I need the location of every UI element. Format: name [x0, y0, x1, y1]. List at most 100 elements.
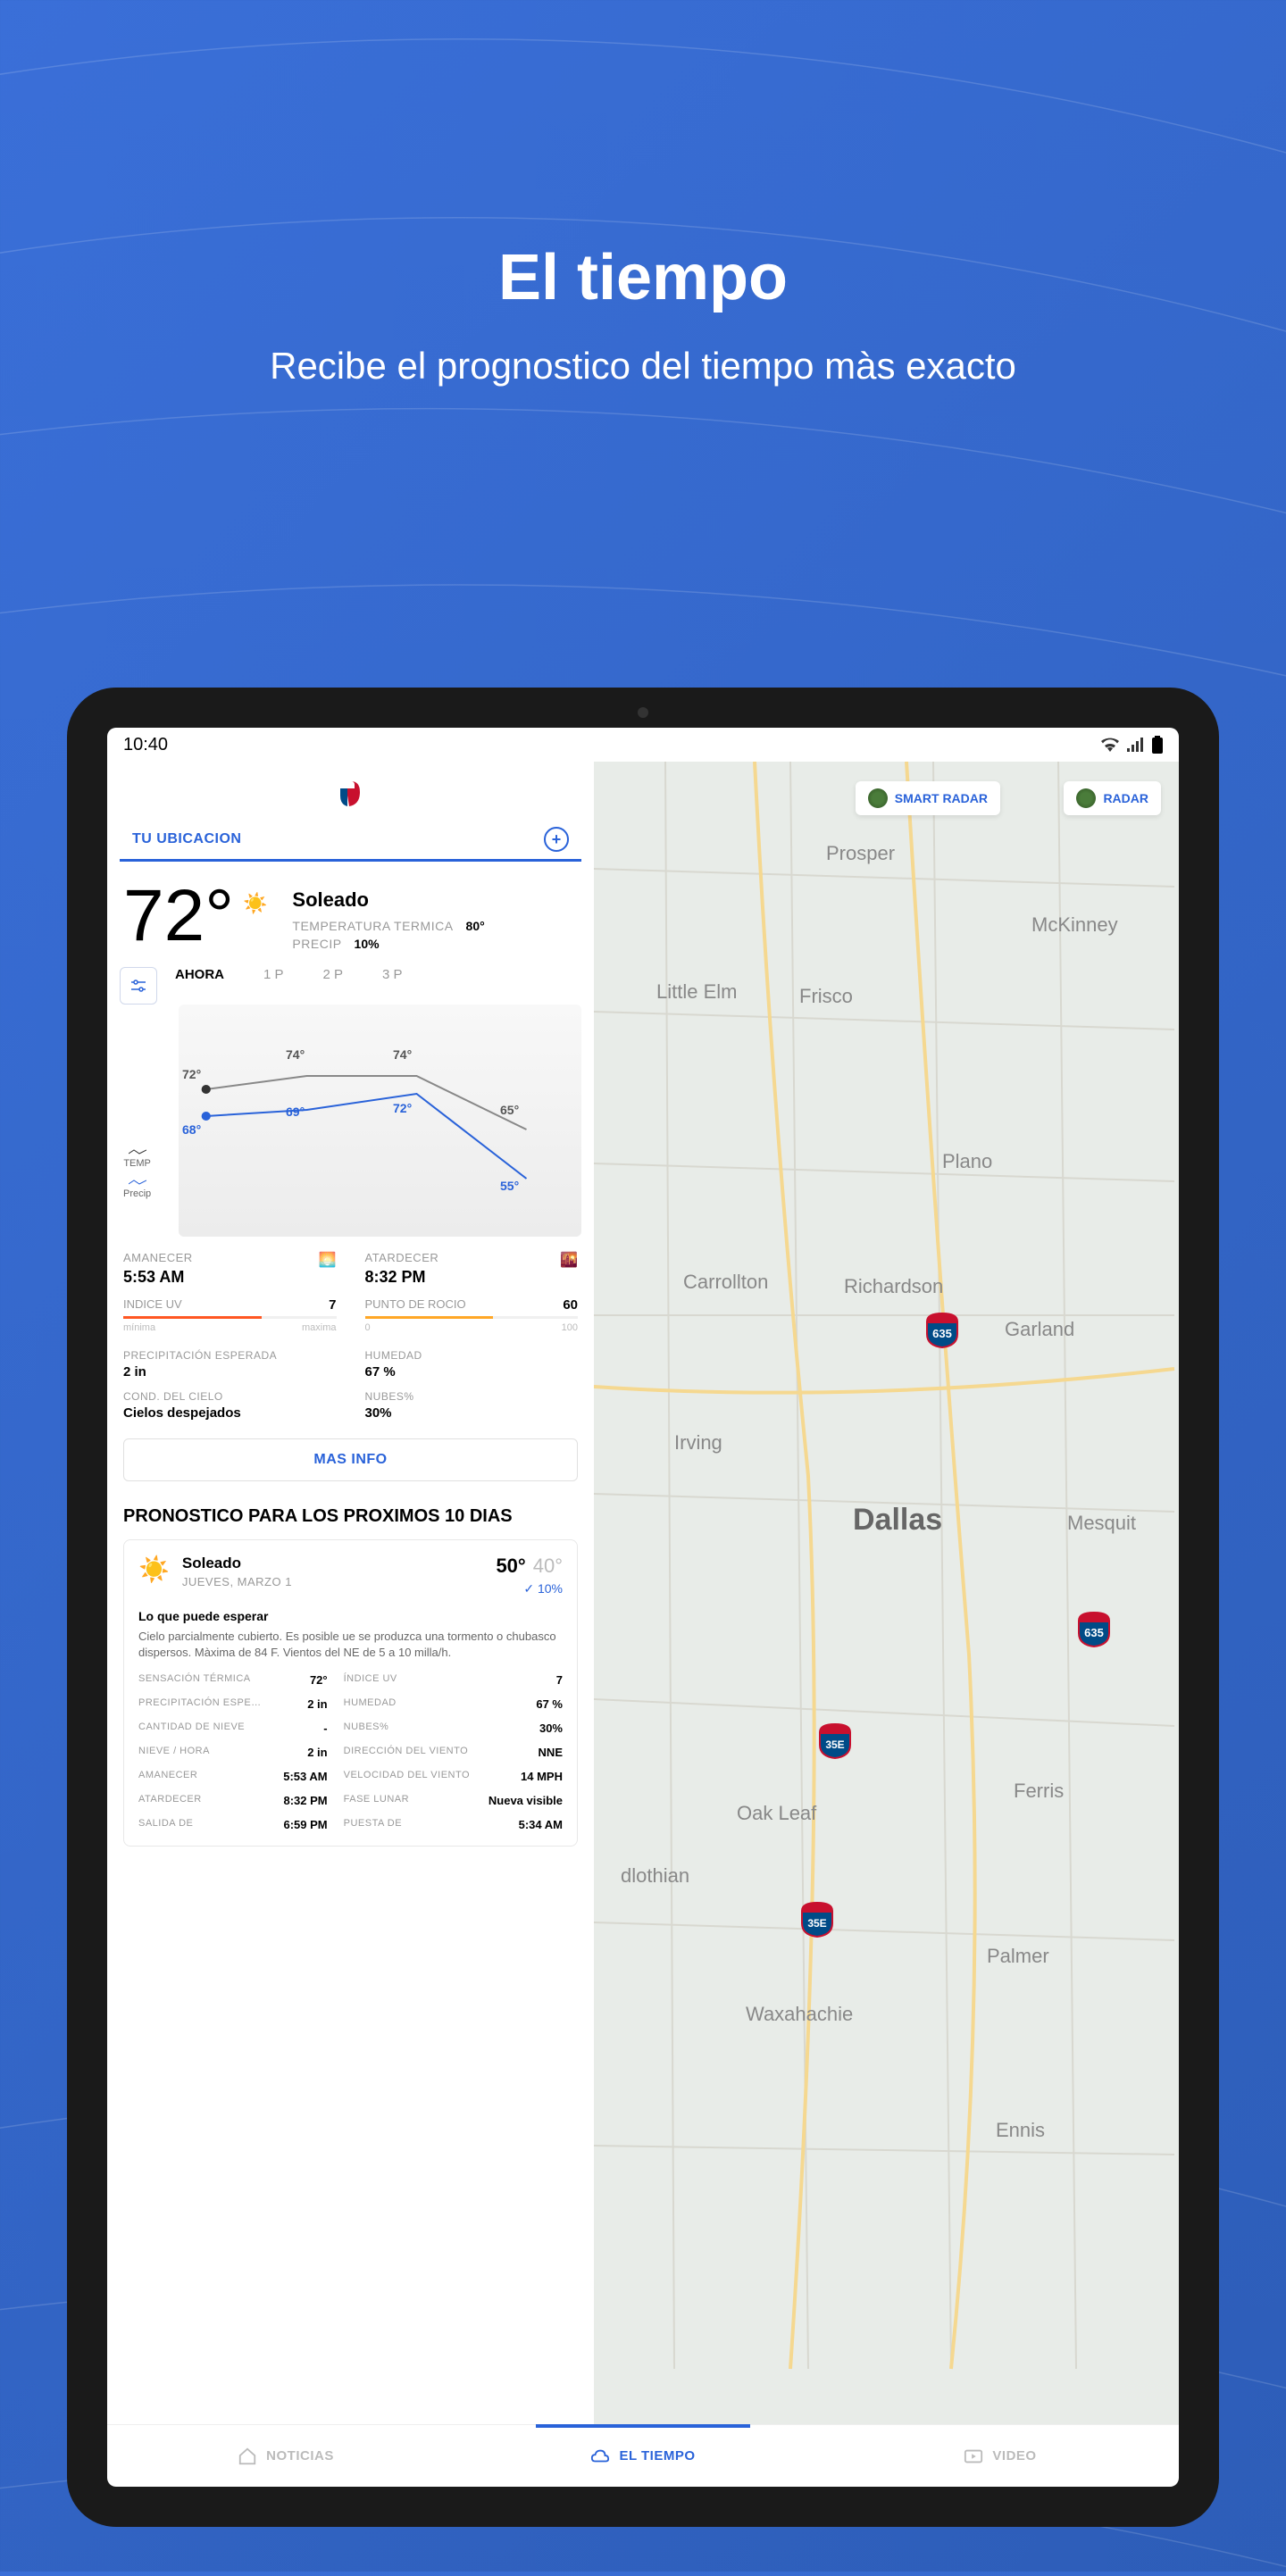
- city-label: Carrollton: [683, 1271, 768, 1294]
- city-label: Dallas: [853, 1503, 942, 1538]
- day-low: 40°: [533, 1555, 563, 1578]
- svg-text:635: 635: [932, 1327, 952, 1340]
- uv-value: 7: [329, 1297, 336, 1313]
- location-tab[interactable]: TU UBICACION: [132, 831, 241, 847]
- temp-0: 72°: [182, 1067, 201, 1081]
- day-sun-icon: ☀️: [138, 1555, 170, 1584]
- sunset-icon: 🌇: [560, 1251, 578, 1287]
- highway-shield-icon: 635: [1076, 1610, 1112, 1649]
- telemundo-logo-icon: [335, 778, 367, 810]
- highway-shield-icon: 35E: [799, 1900, 835, 1939]
- hourly-header: AHORA 1 P 2 P 3 P: [107, 967, 594, 1005]
- feels-label: TEMPERATURA TERMICA: [292, 919, 453, 933]
- uv-label: INDICE UV: [123, 1297, 182, 1313]
- location-tab-row: TU UBICACION +: [120, 827, 581, 862]
- city-label: Irving: [674, 1431, 722, 1455]
- hourly-chart[interactable]: 72° 74° 74° 65° 68° 69° 72° 55°: [179, 1005, 581, 1237]
- city-label: Richardson: [844, 1275, 943, 1298]
- day-precip: ✓ 10%: [496, 1581, 563, 1596]
- hour-1p[interactable]: 1 P: [263, 967, 284, 982]
- status-bar: 10:40: [107, 728, 1179, 762]
- city-label: Little Elm: [656, 980, 737, 1004]
- map-panel[interactable]: SMART RADAR RADAR Prosper McKinney Littl…: [594, 762, 1179, 2424]
- city-label: Plano: [942, 1150, 992, 1173]
- legend-precip[interactable]: Precip: [123, 1178, 151, 1199]
- camera-dot: [638, 707, 648, 718]
- smart-radar-chip[interactable]: SMART RADAR: [856, 781, 1000, 815]
- day-condition: Soleado: [182, 1555, 484, 1572]
- city-label: Oak Leaf: [737, 1802, 816, 1825]
- dew-value: 60: [563, 1297, 578, 1313]
- current-weather: 72° ☀️ Soleado TEMPERATURA TERMICA 80° PR…: [107, 862, 594, 967]
- screen: 10:40 TU UBICACION + 72° ☀️: [107, 728, 1179, 2487]
- city-label: McKinney: [1031, 913, 1118, 937]
- svg-text:35E: 35E: [807, 1917, 826, 1930]
- current-temp: 72°: [123, 883, 234, 949]
- add-location-button[interactable]: +: [544, 827, 569, 852]
- nav-video[interactable]: VIDEO: [822, 2425, 1179, 2487]
- city-label: Prosper: [826, 842, 895, 865]
- highway-shield-icon: 35E: [817, 1722, 853, 1761]
- city-label: Mesquit: [1067, 1512, 1136, 1535]
- logo-row: [107, 762, 594, 827]
- globe-icon: [868, 788, 888, 808]
- day-date: JUEVES, MARZO 1: [182, 1575, 484, 1588]
- city-label: Frisco: [799, 985, 853, 1008]
- dew-1: 69°: [286, 1105, 305, 1119]
- weather-panel: TU UBICACION + 72° ☀️ Soleado TEMPERATUR…: [107, 762, 594, 2424]
- precip-value: 10%: [355, 937, 380, 951]
- wifi-icon: [1100, 738, 1120, 752]
- battery-icon: [1152, 736, 1163, 754]
- sunrise-value: 5:53 AM: [123, 1268, 290, 1287]
- precip-label: PRECIP: [292, 937, 341, 951]
- temp-3: 65°: [500, 1103, 519, 1117]
- forecast-title: PRONOSTICO PARA LOS PROXIMOS 10 DIAS: [107, 1497, 594, 1539]
- nav-tiempo[interactable]: EL TIEMPO: [464, 2425, 822, 2487]
- city-label: Waxahachie: [746, 2003, 853, 2026]
- city-label: Palmer: [987, 1945, 1049, 1968]
- temp-2: 74°: [393, 1047, 412, 1062]
- tablet-frame: 10:40 TU UBICACION + 72° ☀️: [67, 688, 1219, 2527]
- more-info-button[interactable]: MAS INFO: [123, 1438, 578, 1481]
- sun-icon: ☀️: [243, 892, 267, 915]
- highway-shield-icon: 635: [924, 1311, 960, 1350]
- settings-button[interactable]: [120, 967, 157, 1005]
- expect-text: Cielo parcialmente cubierto. Es posible …: [138, 1629, 563, 1661]
- expect-label: Lo que puede esperar: [138, 1609, 563, 1623]
- hour-3p[interactable]: 3 P: [382, 967, 403, 982]
- home-icon: [238, 2447, 257, 2466]
- forecast-day-card[interactable]: ☀️ Soleado JUEVES, MARZO 1 50°40° ✓ 10% …: [123, 1539, 578, 1847]
- status-time: 10:40: [123, 735, 168, 755]
- feels-value: 80°: [466, 919, 485, 933]
- hour-now[interactable]: AHORA: [175, 967, 224, 982]
- data-grid: PRECIPITACIÓN ESPERADA2 in HUMEDAD67 % C…: [107, 1337, 594, 1433]
- dew-0: 68°: [182, 1122, 201, 1137]
- sunrise-icon: 🌅: [319, 1251, 337, 1287]
- meters: INDICE UV7mínimamaxima PUNTO DE ROCIO600…: [107, 1294, 594, 1337]
- temp-1: 74°: [286, 1047, 305, 1062]
- svg-text:35E: 35E: [825, 1738, 844, 1751]
- condition-block: Soleado TEMPERATURA TERMICA 80° PRECIP 10%: [292, 883, 484, 955]
- bottom-nav: NOTICIAS EL TIEMPO VIDEO: [107, 2424, 1179, 2487]
- sunrise-label: AMANECER: [123, 1251, 290, 1264]
- globe-icon: [1076, 788, 1096, 808]
- day-detail-grid: SENSACIÓN TÉRMICA72°ÍNDICE UV7 PRECIPITA…: [138, 1673, 563, 1831]
- hour-2p[interactable]: 2 P: [323, 967, 344, 982]
- condition-text: Soleado: [292, 888, 484, 912]
- legend-temp[interactable]: TEMP: [123, 1147, 151, 1169]
- content-area: TU UBICACION + 72° ☀️ Soleado TEMPERATUR…: [107, 762, 1179, 2424]
- status-icons: [1100, 736, 1163, 754]
- hourly-labels: AHORA 1 P 2 P 3 P: [175, 967, 581, 982]
- sunset-value: 8:32 PM: [365, 1268, 532, 1287]
- city-label: Garland: [1005, 1318, 1074, 1341]
- city-label: Ennis: [996, 2119, 1045, 2142]
- radar-chip[interactable]: RADAR: [1064, 781, 1161, 815]
- svg-text:635: 635: [1084, 1626, 1104, 1639]
- nav-noticias[interactable]: NOTICIAS: [107, 2425, 464, 2487]
- city-label: Ferris: [1014, 1780, 1064, 1803]
- signal-icon: [1127, 738, 1145, 752]
- map-roads: [594, 762, 1179, 2424]
- cloud-icon: [590, 2447, 610, 2466]
- play-icon: [964, 2447, 983, 2466]
- sun-times: AMANECER5:53 AM 🌅 ATARDECER8:32 PM 🌇: [107, 1237, 594, 1294]
